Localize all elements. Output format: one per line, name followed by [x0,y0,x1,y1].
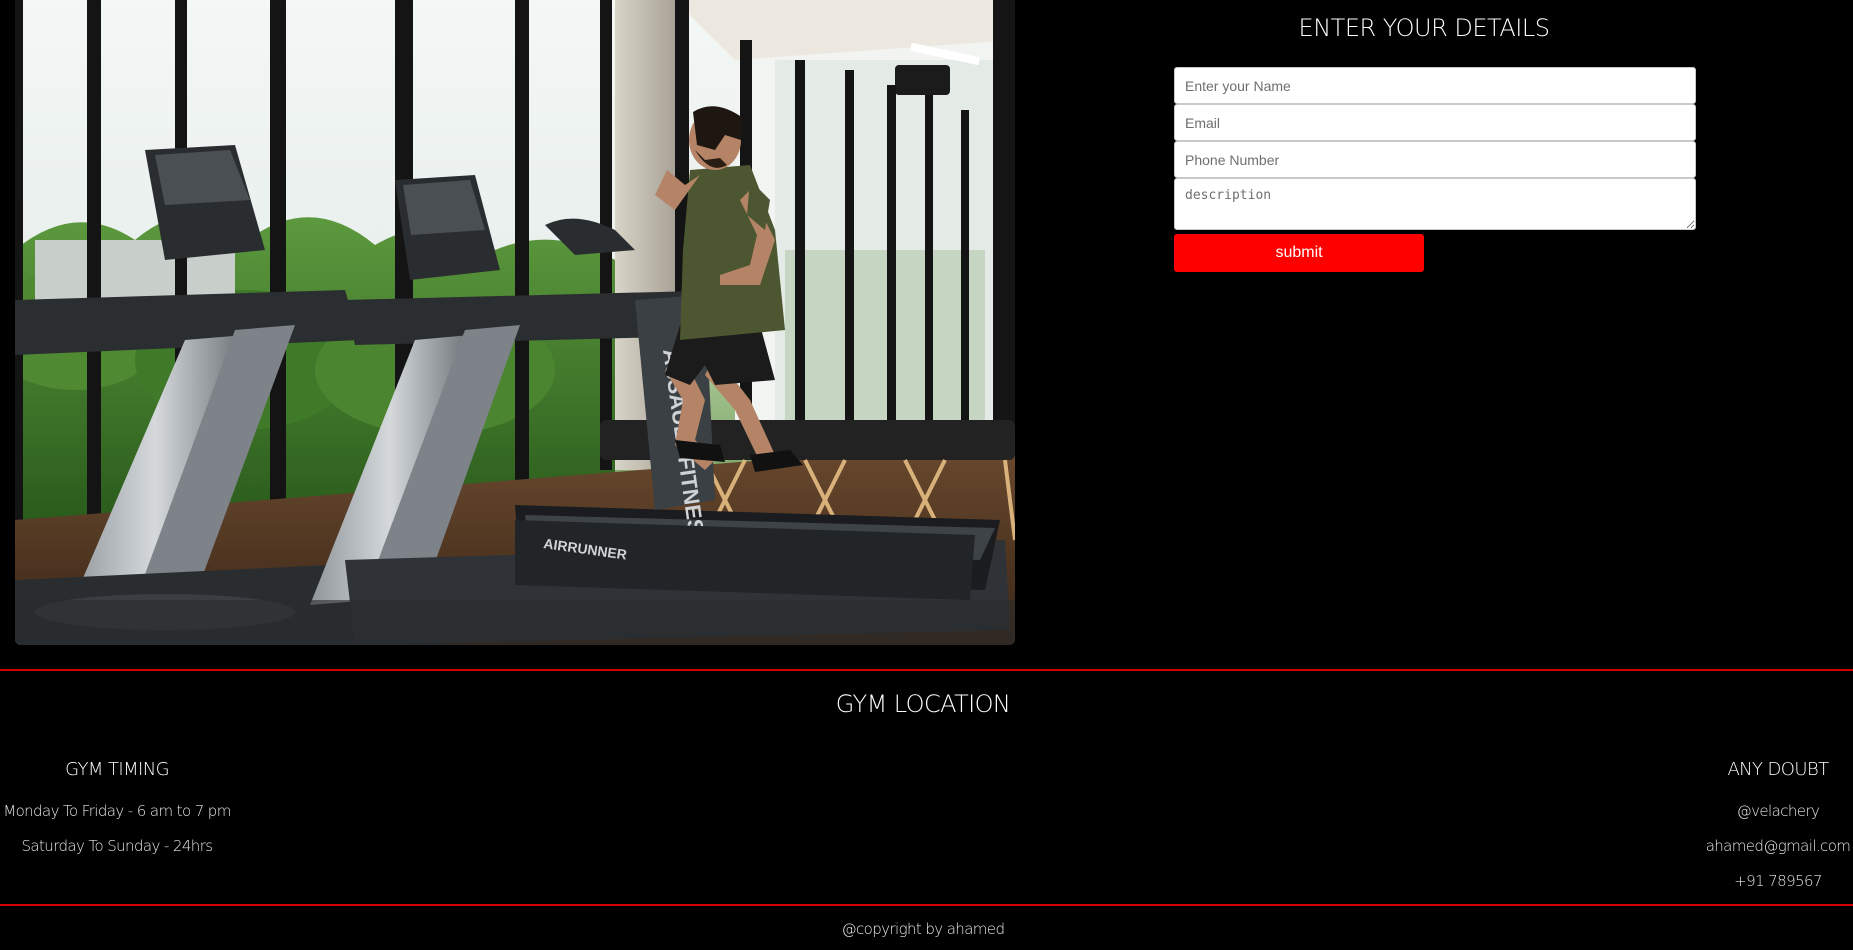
contact-email: ahamed@gmail.com [1705,837,1851,855]
contact-section: ANY DOUBT @velachery ahamed@gmail.com +9… [1638,759,1853,899]
gym-timing-section: GYM TIMING Monday To Friday - 6 am to 7 … [0,759,257,864]
timing-weekend: Saturday To Sunday - 24hrs [21,837,214,855]
page: ASSAULT FITNESS AIRRUNNER ENTER YOUR DET… [0,0,1853,950]
hero-image: ASSAULT FITNESS AIRRUNNER [15,0,1015,645]
footer-divider-bottom [0,904,1853,906]
contact-phone: +91 789567 [1734,872,1822,890]
form-title: ENTER YOUR DETAILS [1298,14,1550,42]
phone-field[interactable] [1174,141,1696,178]
description-field[interactable] [1174,178,1696,230]
contact-location: @velachery [1736,802,1820,820]
email-field[interactable] [1174,104,1696,141]
copyright-text: @copyright by ahamed [841,920,1005,938]
footer-title: GYM LOCATION [835,690,1011,718]
submit-button[interactable]: submit [1174,234,1424,272]
name-field[interactable] [1174,67,1696,104]
gym-timing-heading: GYM TIMING [65,759,169,780]
timing-weekday: Monday To Friday - 6 am to 7 pm [3,802,231,820]
contact-heading: ANY DOUBT [1727,759,1829,780]
footer-divider-top [0,669,1853,671]
